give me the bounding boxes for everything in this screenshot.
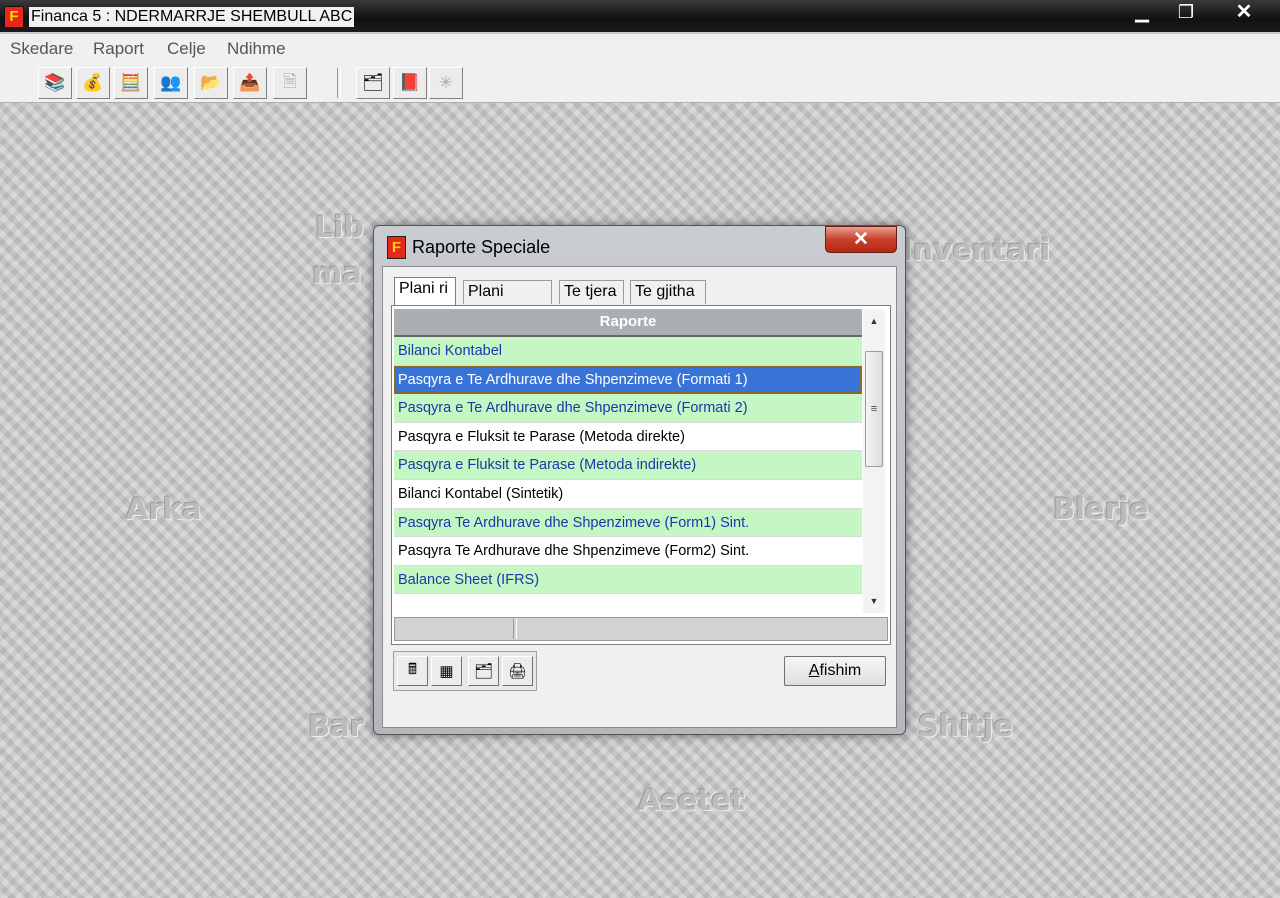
app-logo-icon: F [4,6,24,28]
toolbar: 📚 💰 🧮 👥 📂 📤 🗎 🗂 📕 ✳ [0,62,1280,103]
module-banka[interactable]: Bar [308,709,364,743]
module-shitje[interactable]: Shitje [918,709,1013,743]
grid-column-header[interactable]: Raporte [394,309,862,337]
restore-icon[interactable]: ❐ [1164,0,1208,24]
dialog-close-button[interactable]: ✕ [825,226,897,253]
minimize-icon[interactable]: ▁ [1120,0,1164,24]
grid-row[interactable]: Pasqyra e Te Ardhurave dhe Shpenzimeve (… [394,394,862,423]
grid-status-bar [394,617,888,641]
tab-te-gjitha[interactable]: Te gjitha [630,280,706,304]
tab-te-tjera[interactable]: Te tjera [559,280,624,304]
window-controls: ▁ ❐ ✕ [1120,0,1280,25]
report-calculator-icon[interactable]: 🗂 [468,656,499,686]
module-label[interactable]: ma [312,256,362,290]
document-disabled-icon[interactable]: 🗎 [273,67,307,99]
print-export-icon[interactable]: 🖨 [502,656,533,686]
tab-plani-vjeter[interactable]: Plani vjeter [463,280,552,322]
reports-grid: Raporte Bilanci Kontabel Pasqyra e Te Ar… [394,309,862,613]
grid-row[interactable]: Bilanci Kontabel [394,337,862,366]
grid-row[interactable]: Bilanci Kontabel (Sintetik) [394,479,862,509]
toolbar-separator [337,68,341,98]
dialog-body: Plani ri Plani vjeter Te tjera Te gjitha… [382,266,897,728]
close-icon[interactable]: ✕ [1208,0,1280,24]
grid-row[interactable]: Pasqyra e Fluksit te Parase (Metoda indi… [394,451,862,480]
report-calculator-icon[interactable]: 🗂 [356,67,390,99]
module-label[interactable]: Lib [315,210,364,244]
window-title-bar: F Financa 5 : NDERMARRJE SHEMBULL ABC ▁ … [0,0,1280,32]
menu-raport[interactable]: Raport [93,39,144,59]
grid-icon[interactable]: ▦ [431,656,462,686]
scroll-thumb[interactable]: ≡ [865,351,883,467]
app-logo-icon: F [387,236,406,259]
menu-celje[interactable]: Celje [167,39,206,59]
module-asetet[interactable]: Asetet [638,783,745,817]
folder-export-icon[interactable]: 📤 [233,67,267,99]
tab-panel: Raporte Bilanci Kontabel Pasqyra e Te Ar… [391,305,891,645]
afishim-mnemonic: A [808,662,820,679]
scroll-down-arrow-icon[interactable]: ▼ [863,591,885,611]
menu-ndihme[interactable]: Ndihme [227,39,286,59]
people-icon[interactable]: 👥 [154,67,188,99]
grid-row[interactable]: Pasqyra Te Ardhurave dhe Shpenzimeve (Fo… [394,537,862,566]
calculator-icon[interactable]: 🖩 [397,656,428,686]
menu-skedare[interactable]: Skedare [10,39,73,59]
book-icon[interactable]: 📕 [393,67,427,99]
raporte-speciale-dialog: F Raporte Speciale ✕ Plani ri Plani vjet… [373,225,906,735]
folder-open-icon[interactable]: 📂 [194,67,228,99]
grid-row[interactable]: Pasqyra e Fluksit te Parase (Metoda dire… [394,422,862,452]
module-inventari[interactable]: Inventari [902,233,1050,267]
tab-plani-ri[interactable]: Plani ri [394,277,456,306]
afishim-button[interactable]: Afishim [784,656,886,686]
afishim-label: fishim [819,662,862,679]
menu-bar: Skedare Raport Celje Ndihme [0,34,1280,63]
dialog-tool-group: 🖩 ▦ 🗂 🖨 [393,651,537,691]
books-icon[interactable]: 📚 [38,67,72,99]
grid-row[interactable]: Pasqyra Te Ardhurave dhe Shpenzimeve (Fo… [394,508,862,538]
grid-row[interactable]: Pasqyra e Te Ardhurave dhe Shpenzimeve (… [394,365,862,395]
module-blerje[interactable]: Blerje [1053,492,1149,526]
module-arka[interactable]: Arka [126,492,202,526]
grid-row[interactable]: Balance Sheet (IFRS) [394,565,862,595]
calculator-coins-icon[interactable]: 🧮 [114,67,148,99]
vertical-scrollbar[interactable]: ▲ ≡ ▼ [863,309,885,613]
scroll-up-arrow-icon[interactable]: ▲ [863,311,885,331]
dialog-title: Raporte Speciale [412,237,551,257]
status-separator [513,619,517,639]
window-title: Financa 5 : NDERMARRJE SHEMBULL ABC [29,7,355,27]
coins-icon[interactable]: 💰 [76,67,110,99]
settings-disabled-icon[interactable]: ✳ [429,67,463,99]
